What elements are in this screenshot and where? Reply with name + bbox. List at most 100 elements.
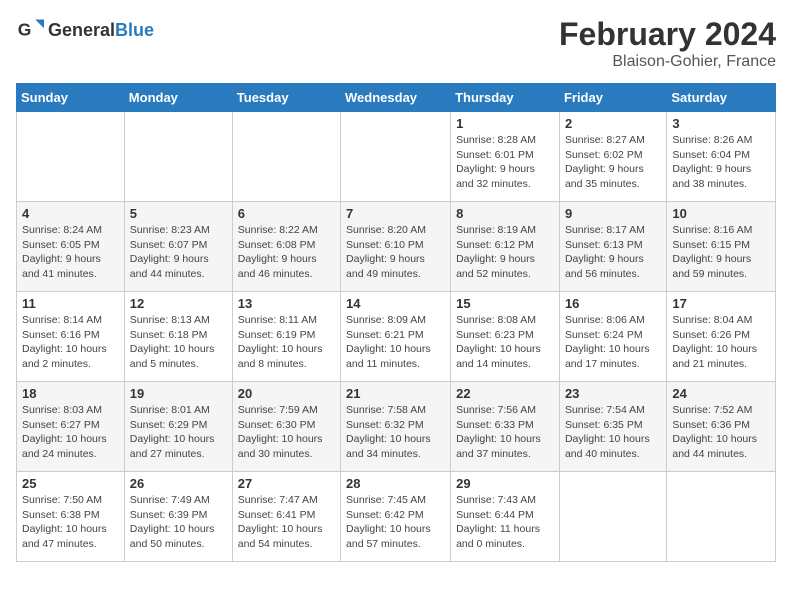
day-info: Sunrise: 8:22 AM Sunset: 6:08 PM Dayligh… <box>238 223 335 282</box>
col-header-thursday: Thursday <box>451 84 560 112</box>
day-cell: 24 Sunrise: 7:52 AM Sunset: 6:36 PM Dayli… <box>667 382 776 472</box>
day-number: 1 <box>456 116 554 131</box>
day-info: Sunrise: 8:03 AM Sunset: 6:27 PM Dayligh… <box>22 403 119 462</box>
day-cell: 5Sunrise: 8:23 AM Sunset: 6:07 PM Daylig… <box>124 202 232 292</box>
day-number: 22 <box>456 386 554 401</box>
week-row-1: 1 Sunrise: 8:28 AM Sunset: 6:01 PM Daylig… <box>17 112 776 202</box>
week-row-4: 18 Sunrise: 8:03 AM Sunset: 6:27 PM Dayli… <box>17 382 776 472</box>
day-cell: 20 Sunrise: 7:59 AM Sunset: 6:30 PM Dayli… <box>232 382 340 472</box>
calendar-title: February 2024 <box>559 16 776 53</box>
day-info: Sunrise: 8:09 AM Sunset: 6:21 PM Dayligh… <box>346 313 445 372</box>
day-cell: 2 Sunrise: 8:27 AM Sunset: 6:02 PM Daylig… <box>559 112 666 202</box>
day-number: 27 <box>238 476 335 491</box>
day-cell: 3Sunrise: 8:26 AM Sunset: 6:04 PM Daylig… <box>667 112 776 202</box>
day-cell <box>232 112 340 202</box>
day-number: 6 <box>238 206 335 221</box>
col-header-friday: Friday <box>559 84 666 112</box>
day-info: Sunrise: 8:04 AM Sunset: 6:26 PM Dayligh… <box>672 313 770 372</box>
col-header-sunday: Sunday <box>17 84 125 112</box>
day-number: 25 <box>22 476 119 491</box>
day-number: 7 <box>346 206 445 221</box>
day-info: Sunrise: 7:47 AM Sunset: 6:41 PM Dayligh… <box>238 493 335 552</box>
col-header-wednesday: Wednesday <box>341 84 451 112</box>
day-number: 18 <box>22 386 119 401</box>
day-cell: 18 Sunrise: 8:03 AM Sunset: 6:27 PM Dayli… <box>17 382 125 472</box>
day-number: 17 <box>672 296 770 311</box>
week-row-2: 4 Sunrise: 8:24 AM Sunset: 6:05 PM Daylig… <box>17 202 776 292</box>
day-info: Sunrise: 8:11 AM Sunset: 6:19 PM Dayligh… <box>238 313 335 372</box>
day-cell: 4 Sunrise: 8:24 AM Sunset: 6:05 PM Daylig… <box>17 202 125 292</box>
day-cell: 14 Sunrise: 8:09 AM Sunset: 6:21 PM Dayli… <box>341 292 451 382</box>
day-number: 23 <box>565 386 661 401</box>
day-cell: 7 Sunrise: 8:20 AM Sunset: 6:10 PM Daylig… <box>341 202 451 292</box>
week-row-5: 25 Sunrise: 7:50 AM Sunset: 6:38 PM Dayli… <box>17 472 776 562</box>
day-info: Sunrise: 8:20 AM Sunset: 6:10 PM Dayligh… <box>346 223 445 282</box>
day-cell: 6 Sunrise: 8:22 AM Sunset: 6:08 PM Daylig… <box>232 202 340 292</box>
day-number: 9 <box>565 206 661 221</box>
day-info: Sunrise: 8:01 AM Sunset: 6:29 PM Dayligh… <box>130 403 227 462</box>
day-cell: 8Sunrise: 8:19 AM Sunset: 6:12 PM Daylig… <box>451 202 560 292</box>
day-cell: 13Sunrise: 8:11 AM Sunset: 6:19 PM Dayli… <box>232 292 340 382</box>
day-number: 21 <box>346 386 445 401</box>
day-number: 14 <box>346 296 445 311</box>
day-cell: 26Sunrise: 7:49 AM Sunset: 6:39 PM Dayli… <box>124 472 232 562</box>
day-cell: 27 Sunrise: 7:47 AM Sunset: 6:41 PM Dayli… <box>232 472 340 562</box>
day-cell: 1 Sunrise: 8:28 AM Sunset: 6:01 PM Daylig… <box>451 112 560 202</box>
day-info: Sunrise: 7:52 AM Sunset: 6:36 PM Dayligh… <box>672 403 770 462</box>
logo-icon: G <box>16 16 44 44</box>
day-number: 4 <box>22 206 119 221</box>
day-cell: 9 Sunrise: 8:17 AM Sunset: 6:13 PM Daylig… <box>559 202 666 292</box>
col-header-monday: Monday <box>124 84 232 112</box>
day-info: Sunrise: 8:28 AM Sunset: 6:01 PM Dayligh… <box>456 133 554 192</box>
day-info: Sunrise: 7:45 AM Sunset: 6:42 PM Dayligh… <box>346 493 445 552</box>
day-cell: 28 Sunrise: 7:45 AM Sunset: 6:42 PM Dayli… <box>341 472 451 562</box>
day-cell: 10 Sunrise: 8:16 AM Sunset: 6:15 PM Dayli… <box>667 202 776 292</box>
day-number: 16 <box>565 296 661 311</box>
page-header: G GeneralBlue February 2024 Blaison-Gohi… <box>16 16 776 71</box>
day-info: Sunrise: 8:16 AM Sunset: 6:15 PM Dayligh… <box>672 223 770 282</box>
day-info: Sunrise: 8:24 AM Sunset: 6:05 PM Dayligh… <box>22 223 119 282</box>
day-info: Sunrise: 7:58 AM Sunset: 6:32 PM Dayligh… <box>346 403 445 462</box>
day-info: Sunrise: 8:19 AM Sunset: 6:12 PM Dayligh… <box>456 223 554 282</box>
day-info: Sunrise: 8:06 AM Sunset: 6:24 PM Dayligh… <box>565 313 661 372</box>
day-number: 28 <box>346 476 445 491</box>
day-cell: 23Sunrise: 7:54 AM Sunset: 6:35 PM Dayli… <box>559 382 666 472</box>
title-block: February 2024 Blaison-Gohier, France <box>559 16 776 71</box>
day-cell: 21 Sunrise: 7:58 AM Sunset: 6:32 PM Dayli… <box>341 382 451 472</box>
day-info: Sunrise: 8:23 AM Sunset: 6:07 PM Dayligh… <box>130 223 227 282</box>
day-number: 3 <box>672 116 770 131</box>
day-cell <box>559 472 666 562</box>
logo-blue: Blue <box>115 20 154 40</box>
day-cell: 22 Sunrise: 7:56 AM Sunset: 6:33 PM Dayli… <box>451 382 560 472</box>
day-number: 15 <box>456 296 554 311</box>
svg-text:G: G <box>18 19 32 39</box>
day-info: Sunrise: 8:14 AM Sunset: 6:16 PM Dayligh… <box>22 313 119 372</box>
day-number: 11 <box>22 296 119 311</box>
logo: G GeneralBlue <box>16 16 154 44</box>
col-header-saturday: Saturday <box>667 84 776 112</box>
day-info: Sunrise: 7:43 AM Sunset: 6:44 PM Dayligh… <box>456 493 554 552</box>
day-cell: 12Sunrise: 8:13 AM Sunset: 6:18 PM Dayli… <box>124 292 232 382</box>
column-header-row: SundayMondayTuesdayWednesdayThursdayFrid… <box>17 84 776 112</box>
day-info: Sunrise: 8:17 AM Sunset: 6:13 PM Dayligh… <box>565 223 661 282</box>
day-number: 10 <box>672 206 770 221</box>
day-cell <box>341 112 451 202</box>
week-row-3: 11 Sunrise: 8:14 AM Sunset: 6:16 PM Dayli… <box>17 292 776 382</box>
day-cell <box>124 112 232 202</box>
day-info: Sunrise: 7:56 AM Sunset: 6:33 PM Dayligh… <box>456 403 554 462</box>
day-cell: 16 Sunrise: 8:06 AM Sunset: 6:24 PM Dayli… <box>559 292 666 382</box>
day-info: Sunrise: 7:50 AM Sunset: 6:38 PM Dayligh… <box>22 493 119 552</box>
day-info: Sunrise: 7:59 AM Sunset: 6:30 PM Dayligh… <box>238 403 335 462</box>
day-number: 29 <box>456 476 554 491</box>
day-info: Sunrise: 8:27 AM Sunset: 6:02 PM Dayligh… <box>565 133 661 192</box>
day-cell: 19Sunrise: 8:01 AM Sunset: 6:29 PM Dayli… <box>124 382 232 472</box>
day-cell: 17 Sunrise: 8:04 AM Sunset: 6:26 PM Dayli… <box>667 292 776 382</box>
day-number: 20 <box>238 386 335 401</box>
calendar-table: SundayMondayTuesdayWednesdayThursdayFrid… <box>16 83 776 562</box>
day-cell: 15Sunrise: 8:08 AM Sunset: 6:23 PM Dayli… <box>451 292 560 382</box>
day-number: 24 <box>672 386 770 401</box>
day-number: 2 <box>565 116 661 131</box>
day-cell <box>17 112 125 202</box>
logo-general: General <box>48 20 115 40</box>
day-info: Sunrise: 8:13 AM Sunset: 6:18 PM Dayligh… <box>130 313 227 372</box>
